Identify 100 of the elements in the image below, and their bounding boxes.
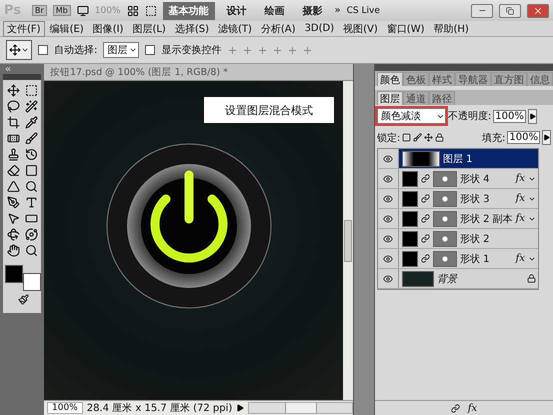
panel-tab[interactable]: 直方图 [490,72,527,86]
workspace-button[interactable]: 基本功能 [162,2,214,20]
panel-tab[interactable]: 图层 [376,91,403,105]
horizontal-scrollbar[interactable] [248,402,353,414]
add-style-button[interactable]: fx [468,402,478,414]
quick-mask-icon[interactable] [18,294,28,305]
workspace-button[interactable]: 绘画 [258,2,290,20]
layer-row[interactable]: 背景 [378,269,538,289]
menu-item[interactable]: 帮助(H) [430,20,473,36]
fill-field[interactable]: 100% [507,131,540,144]
restore-button[interactable] [499,4,521,18]
brush-icon[interactable] [24,132,38,145]
stamp-icon[interactable] [6,148,20,161]
visibility-toggle[interactable] [378,149,399,168]
lock-icon[interactable] [435,133,444,142]
zoom-field[interactable]: 100% [47,402,83,414]
menu-item[interactable]: 编辑(E) [46,20,88,36]
more-workspaces-button[interactable]: » [334,5,341,16]
eyedropper-icon[interactable] [24,116,38,129]
layer-name: 图层 1 [442,152,474,166]
link-icon[interactable] [450,404,460,412]
pen-icon[interactable] [6,196,20,209]
menu-item[interactable]: 选择(S) [170,20,213,36]
layer-thumbnail [402,210,418,226]
menu-item[interactable]: 视图(V) [339,20,382,36]
move-icon[interactable] [6,84,20,97]
panel-tab[interactable]: 颜色 [376,72,403,86]
menu-item[interactable]: 图像(I) [88,20,128,36]
panel-tab[interactable]: 信息 [526,72,553,86]
marquee-icon[interactable] [24,84,38,97]
layer-name: 形状 2 [460,232,490,246]
crop-icon[interactable] [6,116,20,129]
layer-name: 形状 2 副本 [460,212,513,226]
rectangle-icon[interactable] [24,212,38,225]
mask-thumbnail [432,230,457,246]
blend-mode-dropdown[interactable]: 颜色减淡 [376,108,446,124]
effects-label: fx [516,253,525,264]
background-swatch[interactable] [23,273,41,291]
bridge-button[interactable]: Br [32,5,47,16]
opacity-field[interactable]: 100% [493,110,526,122]
menu-item[interactable]: 3D(D) [300,22,338,35]
lock-position-icon[interactable] [424,133,434,142]
layer-thumbnail [402,250,418,266]
lock-brush-icon[interactable] [413,133,422,142]
type-icon[interactable] [24,196,38,209]
panel-tab[interactable]: 通道 [402,91,429,105]
zoom-icon[interactable] [24,244,38,257]
panel-tab[interactable]: 样式 [428,72,455,86]
document-tab[interactable]: 按钮17.psd @ 100% (图层 1, RGB/8) * [44,64,353,81]
checkbox[interactable] [38,45,48,55]
foreground-swatch[interactable] [5,265,23,283]
eraser-icon[interactable] [6,164,20,177]
layer-row[interactable]: 形状 4 fx [378,169,538,189]
panel-tab[interactable]: 色板 [402,72,429,86]
eye-icon [382,274,393,284]
lock-pixels-icon[interactable] [402,133,412,142]
workspace-button[interactable]: 设计 [220,2,252,20]
effects-label: fx [516,213,525,224]
close-button[interactable] [527,4,549,18]
play-icon [543,134,550,141]
menu-item[interactable]: 分析(A) [256,20,300,36]
vertical-scrollbar[interactable] [342,81,353,400]
layer-row[interactable]: 形状 2 [378,229,538,249]
pointer-icon[interactable] [6,212,20,225]
menu-item[interactable]: 窗口(W) [382,20,428,36]
layer-row[interactable]: 形状 2 副本 fx [378,209,538,229]
bandage-icon[interactable] [6,132,20,145]
link-icon [420,214,430,223]
layer-row[interactable]: 图层 1 [378,149,538,169]
move-icon [9,44,21,56]
menu-item[interactable]: 文件(F) [3,20,45,36]
arrange-icon[interactable] [126,4,138,16]
menu-item[interactable]: 图层(L) [128,20,170,36]
triangle-icon[interactable] [6,180,20,193]
link-icon [420,194,430,203]
magic-wand-icon[interactable] [24,100,38,113]
cs-live-button[interactable]: CS Live [346,6,380,16]
menu-item[interactable]: 滤镜(T) [214,20,256,36]
mini-bridge-button[interactable]: Mb [52,5,71,16]
layer-row[interactable]: 形状 3 fx [378,189,538,209]
checkbox[interactable] [145,45,156,55]
workspace-button[interactable]: 摄影 [296,2,328,20]
mask-thumbnail [432,210,457,226]
minimize-button[interactable] [471,4,493,18]
orbit-icon[interactable] [24,228,38,241]
panel-tab[interactable]: 路径 [428,91,455,105]
layer-row[interactable]: 形状 1 fx [378,249,538,269]
screen-mode-icon[interactable] [144,4,156,16]
hand-icon[interactable] [6,244,20,257]
panel-tab[interactable]: 导航器 [454,72,491,86]
lasso-icon[interactable] [6,100,20,113]
tool-preset-picker[interactable] [6,40,32,60]
effects-label: fx [516,193,525,204]
history-brush-icon[interactable] [24,148,38,161]
eye-icon [382,234,393,244]
rotate-3d-icon[interactable] [6,228,20,241]
auto-select-dropdown[interactable]: 图层 [103,42,140,58]
annotation-callout: 设置图层混合模式 [204,97,334,123]
collapse-icon[interactable] [4,65,12,73]
play-icon[interactable] [236,404,244,412]
